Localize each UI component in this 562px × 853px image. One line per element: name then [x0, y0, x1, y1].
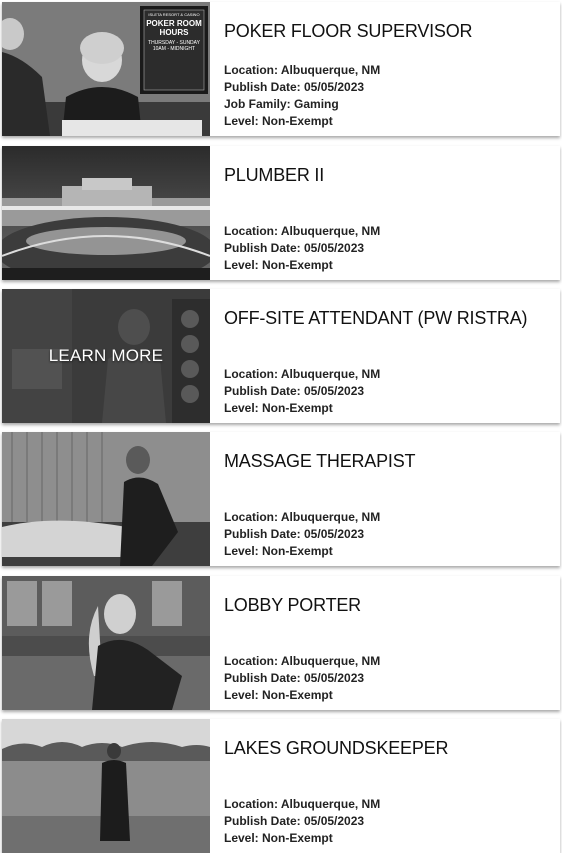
job-title[interactable]: OFF-SITE ATTENDANT (PW RISTRA)	[224, 308, 560, 329]
poker-room-sign: ISLETA RESORT & CASINO POKER ROOM HOURS …	[146, 12, 202, 52]
job-location: Location: Albuquerque, NM	[224, 63, 381, 77]
job-publish-date: Publish Date: 05/05/2023	[224, 384, 365, 398]
job-family: Job Family: Gaming	[224, 97, 339, 111]
job-location: Location: Albuquerque, NM	[224, 654, 381, 668]
job-publish-date: Publish Date: 05/05/2023	[224, 527, 365, 541]
job-card[interactable]: LOBBY PORTER Location: Albuquerque, NM P…	[2, 576, 560, 710]
job-level: Level: Non-Exempt	[224, 688, 333, 702]
job-level: Level: Non-Exempt	[224, 258, 333, 272]
job-photo-massage[interactable]	[2, 432, 210, 566]
job-title[interactable]: MASSAGE THERAPIST	[224, 451, 560, 472]
job-card[interactable]: LAKES GROUNDSKEEPER Location: Albuquerqu…	[2, 719, 560, 853]
job-title[interactable]: LOBBY PORTER	[224, 595, 560, 616]
job-level: Level: Non-Exempt	[224, 114, 333, 128]
job-card[interactable]: PLUMBER II Location: Albuquerque, NM Pub…	[2, 146, 560, 280]
job-details: Location: Albuquerque, NM Publish Date: …	[224, 509, 380, 560]
job-card[interactable]: MASSAGE THERAPIST Location: Albuquerque,…	[2, 432, 560, 566]
job-location: Location: Albuquerque, NM	[224, 224, 381, 238]
job-location: Location: Albuquerque, NM	[224, 797, 381, 811]
job-card[interactable]: ISLETA RESORT & CASINO POKER ROOM HOURS …	[2, 2, 560, 136]
job-photo-poker[interactable]: ISLETA RESORT & CASINO POKER ROOM HOURS …	[2, 2, 210, 136]
job-photo-groundskeeper[interactable]	[2, 719, 210, 853]
job-photo-plumber[interactable]	[2, 146, 210, 280]
learn-more-overlay[interactable]: LEARN MORE	[2, 346, 210, 366]
job-publish-date: Publish Date: 05/05/2023	[224, 241, 365, 255]
job-title[interactable]: POKER FLOOR SUPERVISOR	[224, 21, 560, 42]
job-details: Location: Albuquerque, NM Publish Date: …	[224, 366, 380, 417]
job-publish-date: Publish Date: 05/05/2023	[224, 671, 365, 685]
job-title[interactable]: PLUMBER II	[224, 165, 560, 186]
job-level: Level: Non-Exempt	[224, 831, 333, 845]
job-photo-porter[interactable]	[2, 576, 210, 710]
job-level: Level: Non-Exempt	[224, 401, 333, 415]
job-details: Location: Albuquerque, NM Publish Date: …	[224, 796, 380, 847]
job-photo-attendant[interactable]: LEARN MORE	[2, 289, 210, 423]
job-details: Location: Albuquerque, NM Publish Date: …	[224, 62, 380, 130]
job-level: Level: Non-Exempt	[224, 544, 333, 558]
job-location: Location: Albuquerque, NM	[224, 510, 381, 524]
job-details: Location: Albuquerque, NM Publish Date: …	[224, 653, 380, 704]
job-publish-date: Publish Date: 05/05/2023	[224, 814, 365, 828]
job-location: Location: Albuquerque, NM	[224, 367, 381, 381]
job-card[interactable]: LEARN MORE OFF-SITE ATTENDANT (PW RISTRA…	[2, 289, 560, 423]
job-publish-date: Publish Date: 05/05/2023	[224, 80, 365, 94]
job-details: Location: Albuquerque, NM Publish Date: …	[224, 223, 380, 274]
job-title[interactable]: LAKES GROUNDSKEEPER	[224, 738, 560, 759]
